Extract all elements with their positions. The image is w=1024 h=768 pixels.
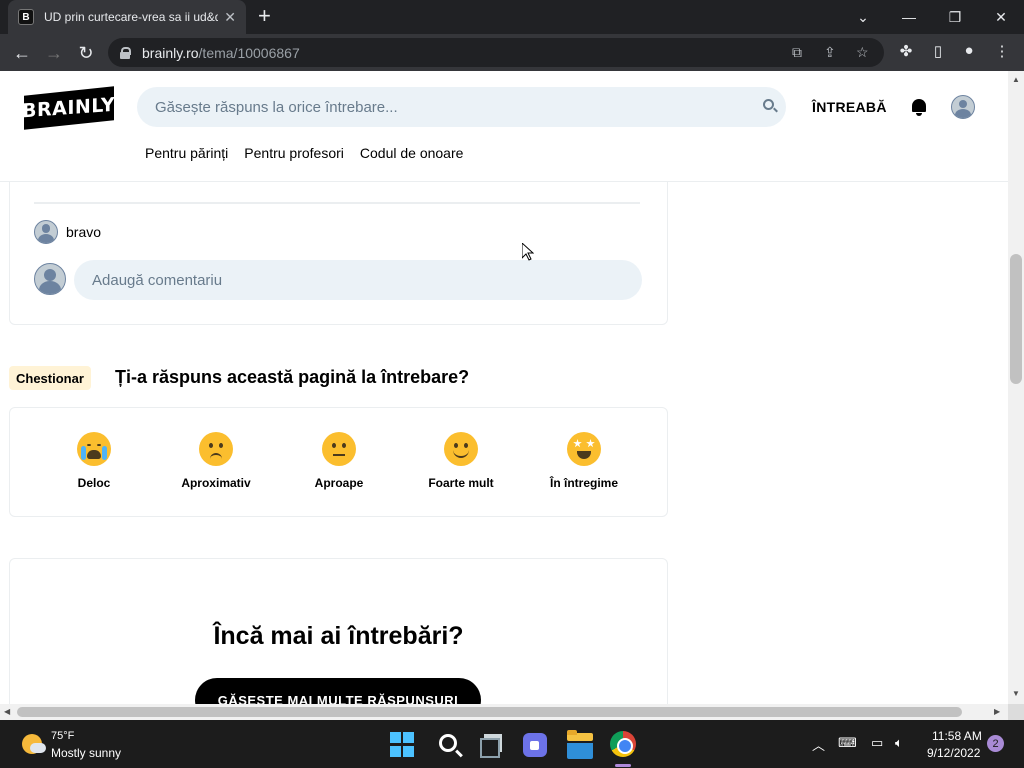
notification-bell-icon[interactable] (910, 97, 928, 117)
share-icon[interactable]: ⇪ (824, 44, 836, 61)
active-app-indicator (615, 764, 631, 767)
tab-close-icon[interactable]: ✕ (224, 9, 236, 26)
bookmark-star-icon[interactable]: ☆ (856, 44, 869, 61)
crying-face-icon (77, 432, 111, 466)
ask-question-button[interactable]: ÎNTREABĂ (812, 99, 887, 115)
vertical-scroll-thumb[interactable] (1010, 254, 1022, 384)
neutral-face-icon (322, 432, 356, 466)
quiz-option-approximately[interactable]: Aproximativ (156, 432, 276, 490)
taskbar-search-icon[interactable] (439, 734, 457, 752)
quiz-option-label: Deloc (77, 476, 111, 490)
side-panel-icon[interactable]: ▯ (927, 42, 949, 60)
url-host: brainly.ro (142, 44, 199, 61)
find-more-answers-button[interactable]: GĂSEȘTE MAI MULTE RĂSPUNSURI (195, 678, 481, 704)
keyboard-icon[interactable]: ⌨ (838, 735, 857, 751)
add-comment-input[interactable]: Adaugă comentariu (74, 260, 642, 300)
windows-taskbar: 75°F Mostly sunny ︿ ⌨ ▭ 🔈︎ 11:58 AM 9/12… (0, 720, 1024, 768)
teams-chat-icon[interactable] (523, 733, 547, 757)
search-icon[interactable] (763, 99, 774, 110)
forward-button[interactable]: → (42, 41, 66, 65)
quiz-option-label: Aproape (314, 476, 364, 490)
file-explorer-icon[interactable] (567, 730, 593, 759)
commenter-avatar-icon[interactable] (34, 220, 58, 244)
horizontal-scroll-thumb[interactable] (17, 707, 962, 717)
logo-text: BRAINLY (22, 93, 116, 123)
extensions-icon[interactable]: ✤ (895, 42, 917, 60)
browser-titlebar: B UD prin curtecare-vrea sa ii ud&q ✕ + … (0, 0, 1024, 34)
comment-text: bravo (66, 224, 102, 240)
close-window-button[interactable]: ✕ (978, 0, 1024, 34)
star-eyes-face-icon (567, 432, 601, 466)
scroll-left-icon[interactable]: ◀ (4, 707, 10, 716)
quiz-option-completely[interactable]: În întregime (524, 432, 644, 490)
search-placeholder: Găsește răspuns la orice întrebare... (155, 98, 398, 116)
weather-temperature[interactable]: 75°F (51, 730, 74, 742)
url-path: /tema/10006867 (198, 44, 300, 61)
translate-icon[interactable]: ⧉ (792, 44, 802, 61)
weather-description[interactable]: Mostly sunny (51, 746, 121, 760)
brainly-logo[interactable]: BRAINLY (22, 86, 116, 130)
subnav-link-parents[interactable]: Pentru părinți (145, 145, 228, 161)
quiz-option-label: Foarte mult (428, 476, 494, 490)
quiz-option-label: În întregime (549, 476, 618, 490)
user-avatar-icon[interactable] (951, 95, 975, 119)
subnav-link-honor-code[interactable]: Codul de onoare (360, 145, 464, 161)
profile-icon[interactable]: ● (958, 42, 980, 59)
quiz-option-label: Aproximativ (181, 476, 251, 490)
more-questions-title: Încă mai ai întrebări? (213, 622, 464, 650)
current-user-avatar-icon (34, 263, 66, 295)
volume-icon[interactable]: 🔈︎ (895, 735, 903, 751)
site-header: BRAINLY Găsește răspuns la orice întreba… (0, 71, 1008, 182)
address-bar[interactable]: brainly.ro/tema/10006867 ⧉ ⇪ ☆ (108, 38, 884, 67)
comments-divider (34, 202, 640, 204)
start-windows-icon[interactable] (390, 732, 416, 758)
quiz-option-none[interactable]: Deloc (34, 432, 154, 490)
vertical-scrollbar[interactable]: ▲ ▼ (1008, 71, 1024, 704)
restore-button[interactable]: ❐ (932, 0, 978, 34)
scroll-down-icon[interactable]: ▼ (1012, 689, 1020, 698)
smiling-face-icon (444, 432, 478, 466)
mouse-cursor-icon (522, 243, 534, 261)
show-hidden-icons-chevron-icon[interactable]: ︿ (812, 735, 825, 754)
brainly-favicon-icon: B (18, 9, 34, 25)
back-button[interactable]: ← (10, 41, 34, 65)
scroll-right-icon[interactable]: ▶ (994, 707, 1000, 716)
page-viewport: BRAINLY Găsește răspuns la orice întreba… (0, 71, 1008, 704)
clock-date[interactable]: 9/12/2022 (927, 746, 980, 760)
notification-count-badge[interactable]: 2 (987, 735, 1004, 752)
weather-sunny-icon[interactable] (22, 734, 46, 754)
scroll-up-icon[interactable]: ▲ (1012, 75, 1020, 84)
horizontal-scrollbar[interactable]: ◀ ▶ (0, 704, 1008, 720)
scrollbar-corner (1008, 704, 1024, 720)
lock-icon[interactable] (120, 46, 131, 59)
network-icon[interactable]: ▭ (871, 735, 883, 751)
quiz-tag: Chestionar (9, 366, 91, 390)
clock-time[interactable]: 11:58 AM (932, 729, 982, 743)
sad-face-icon (199, 432, 233, 466)
tab-search-dropdown-icon[interactable]: ⌄ (840, 0, 886, 34)
menu-icon[interactable]: ⋮ (991, 42, 1013, 60)
new-tab-button[interactable]: + (258, 4, 271, 28)
browser-toolbar: ← → ↻ brainly.ro/tema/10006867 ⧉ ⇪ ☆ ✤ ▯… (0, 34, 1024, 71)
subnav: Pentru părinți Pentru profesori Codul de… (145, 145, 463, 161)
quiz-option-very-much[interactable]: Foarte mult (401, 432, 521, 490)
browser-tab[interactable]: B UD prin curtecare-vrea sa ii ud&q ✕ (8, 0, 246, 34)
minimize-button[interactable]: — (886, 0, 932, 34)
reload-button[interactable]: ↻ (74, 41, 98, 65)
chrome-icon[interactable] (610, 731, 636, 757)
tab-title: UD prin curtecare-vrea sa ii ud&q (44, 10, 219, 24)
quiz-question: Ți-a răspuns această pagină la întrebare… (115, 367, 470, 387)
task-view-icon[interactable] (480, 734, 502, 758)
search-input[interactable]: Găsește răspuns la orice întrebare... (137, 87, 786, 127)
quiz-options: Deloc Aproximativ Aproape Foarte mult În… (9, 407, 668, 517)
quiz-option-almost[interactable]: Aproape (279, 432, 399, 490)
answer-card (9, 161, 668, 325)
subnav-link-teachers[interactable]: Pentru profesori (244, 145, 344, 161)
